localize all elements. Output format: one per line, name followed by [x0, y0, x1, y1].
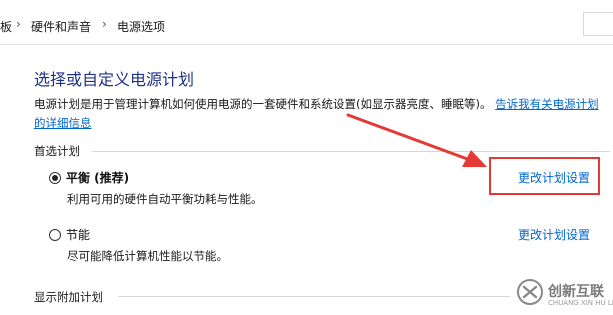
annotation-arrow-icon: [346, 113, 487, 167]
watermark: 创新互联 CHUANG XIN HU LIAN: [510, 270, 613, 315]
brand-logo-icon: [517, 279, 543, 305]
watermark-subtitle: CHUANG XIN HU LIAN: [548, 299, 613, 307]
watermark-brand: 创新互联: [548, 284, 604, 300]
